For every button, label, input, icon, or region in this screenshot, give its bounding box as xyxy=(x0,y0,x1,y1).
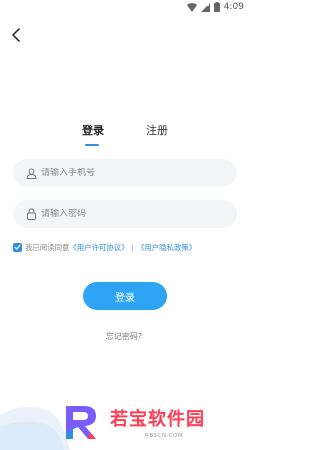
decorative-wave xyxy=(0,407,70,450)
privacy-policy-link[interactable]: 《用户隐私政策》 xyxy=(137,242,196,253)
auth-tabs: 登录 注册 xyxy=(0,122,248,148)
chevron-left-icon xyxy=(12,28,20,42)
watermark-logo xyxy=(66,406,96,439)
checkmark-icon xyxy=(14,244,21,250)
user-icon xyxy=(26,168,37,179)
lock-icon xyxy=(27,208,36,220)
phone-field[interactable] xyxy=(13,159,237,187)
agreement-checkbox[interactable] xyxy=(13,242,22,252)
watermark-brand: 若宝软件园 xyxy=(110,409,205,430)
status-time: 4:09 xyxy=(223,2,244,12)
watermark-url: RBSCN.COM xyxy=(145,433,184,439)
user-license-link[interactable]: 《用户许可协议》 xyxy=(69,242,128,253)
agreement-separator: | xyxy=(131,242,135,252)
tab-register[interactable]: 注册 xyxy=(146,122,168,138)
login-button[interactable]: 登录 xyxy=(83,282,167,310)
active-tab-indicator xyxy=(85,144,99,146)
password-input[interactable] xyxy=(41,209,221,219)
wifi-icon xyxy=(186,2,197,12)
battery-icon xyxy=(213,2,220,12)
password-field[interactable] xyxy=(13,200,237,228)
back-button[interactable] xyxy=(9,27,23,43)
phone-input[interactable] xyxy=(41,168,221,178)
agreement-prefix: 我已阅读同意 xyxy=(25,242,70,252)
status-bar: 4:09 xyxy=(0,0,248,14)
signal-icon xyxy=(200,2,210,12)
tab-login[interactable]: 登录 xyxy=(82,122,104,138)
agreement-row: 我已阅读同意 《用户许可协议》 | 《用户隐私政策》 xyxy=(13,241,196,253)
forgot-password-link[interactable]: 忘记密码? xyxy=(0,331,248,342)
